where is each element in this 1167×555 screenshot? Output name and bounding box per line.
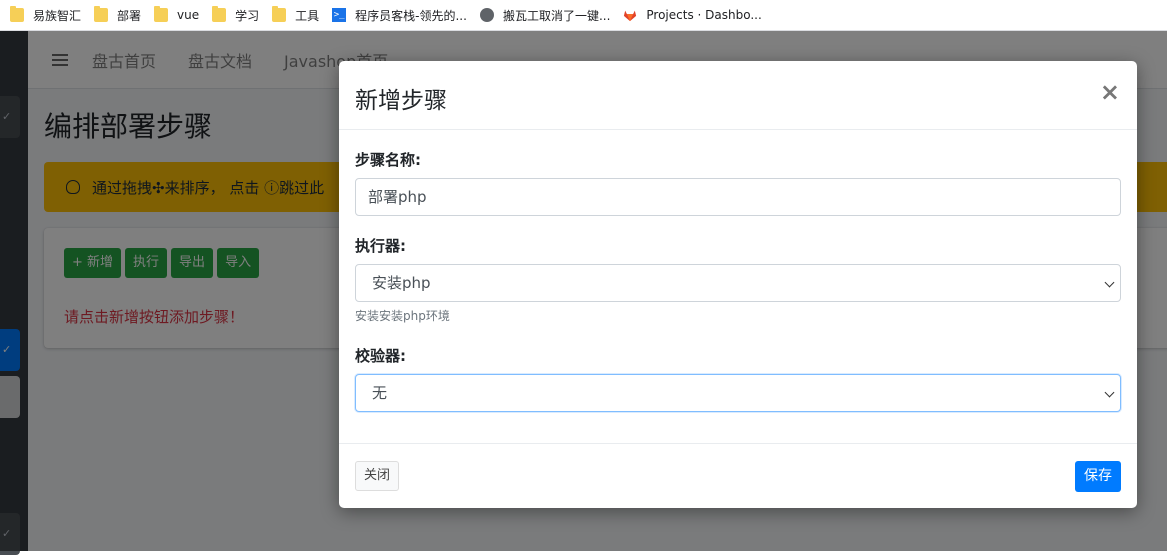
bookmark-label: vue (177, 8, 200, 22)
save-button[interactable]: 保存 (1075, 461, 1121, 492)
step-name-label: 步骤名称: (355, 151, 421, 169)
bookmark-bandwagon[interactable]: 搬瓦工取消了一键... (476, 3, 619, 27)
bookmark-yizu[interactable]: 易族智汇 (6, 3, 90, 27)
terminal-icon: >_ (332, 8, 347, 22)
executor-value: 安装php (372, 274, 431, 292)
bookmark-label: Projects · Dashbo... (646, 8, 762, 22)
bookmark-vue[interactable]: vue (150, 3, 208, 27)
bookmark-study[interactable]: 学习 (208, 3, 268, 27)
bookmark-tools[interactable]: 工具 (268, 3, 328, 27)
executor-help-text: 安装安装php环境 (355, 309, 450, 323)
folder-icon (94, 6, 109, 22)
validator-value: 无 (372, 384, 388, 402)
bookmark-label: 搬瓦工取消了一键... (502, 8, 611, 23)
executor-select[interactable]: 安装php (355, 264, 1121, 302)
close-button[interactable]: 关闭 (355, 461, 400, 491)
folder-icon (272, 6, 287, 22)
bookmarks-bar: 易族智汇 部署 vue 学习 工具 >_ 程序员客栈-领先的... 搬瓦工取消了一… (0, 0, 1167, 31)
validator-select[interactable]: 无 (355, 374, 1121, 412)
bookmark-proginn[interactable]: >_ 程序员客栈-领先的... (328, 3, 476, 27)
chevron-down-icon (1104, 387, 1115, 398)
modal-header: 新增步骤 × (339, 61, 1137, 130)
validator-label: 校验器: (355, 347, 406, 365)
executor-label: 执行器: (355, 237, 406, 255)
folder-icon (10, 6, 24, 22)
folder-icon (154, 6, 169, 22)
add-step-modal: 新增步骤 × 步骤名称: 部署php 执行器: 安装php 安装安装php环境 … (339, 61, 1137, 508)
bookmark-label: 易族智汇 (33, 8, 82, 23)
chevron-down-icon (1104, 277, 1115, 288)
close-icon[interactable]: × (1100, 79, 1120, 105)
globe-icon (479, 8, 494, 22)
modal-title: 新增步骤 (355, 88, 447, 114)
gitlab-icon (624, 10, 637, 22)
step-name-input[interactable]: 部署php (355, 178, 1121, 216)
bookmark-label: 程序员客栈-领先的... (355, 8, 467, 23)
modal-footer: 关闭 保存 (339, 443, 1137, 508)
bookmark-label: 部署 (117, 8, 142, 23)
bookmark-label: 工具 (295, 8, 320, 23)
bookmark-label: 学习 (235, 8, 260, 23)
folder-icon (212, 6, 227, 22)
bookmark-gitlab[interactable]: Projects · Dashbo... (619, 3, 770, 27)
bookmark-deploy[interactable]: 部署 (90, 3, 150, 27)
